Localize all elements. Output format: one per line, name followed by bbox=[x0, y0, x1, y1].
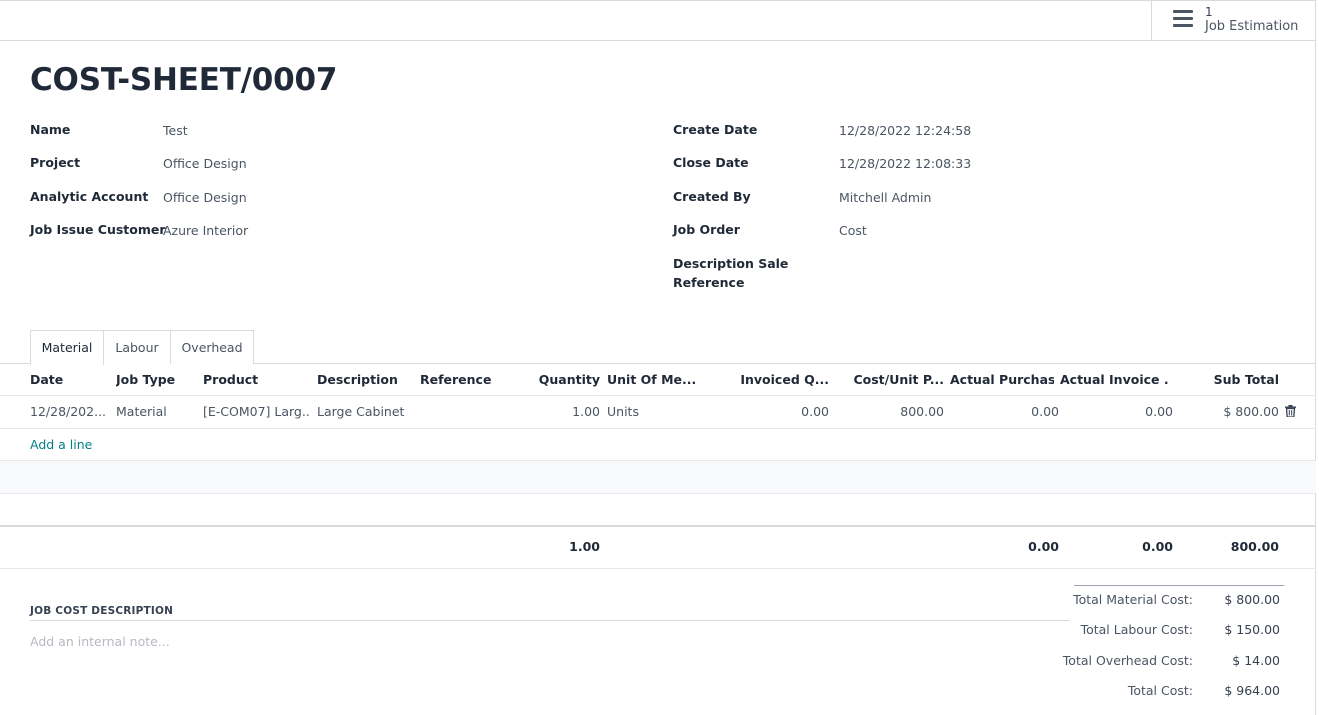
cell-quantity[interactable]: 1.00 bbox=[520, 404, 600, 419]
total-labour-cost-value: $ 150.00 bbox=[1224, 622, 1280, 637]
description-sale-reference-label-line2: Reference bbox=[673, 275, 745, 290]
cell-sub-total[interactable]: $ 800.00 bbox=[1180, 404, 1279, 419]
header-divider bbox=[0, 395, 1316, 396]
empty-row bbox=[0, 461, 1316, 493]
total-sub-total: 800.00 bbox=[1230, 539, 1279, 554]
total-overhead-cost-value: $ 14.00 bbox=[1232, 653, 1280, 668]
col-actual-purchase[interactable]: Actual Purchas... bbox=[950, 372, 1054, 387]
job-issue-customer-value[interactable]: Azure Interior bbox=[163, 223, 248, 238]
row-divider bbox=[0, 428, 1316, 429]
created-by-label: Created By bbox=[673, 189, 751, 204]
project-value[interactable]: Office Design bbox=[163, 156, 247, 171]
trash-icon[interactable] bbox=[1285, 405, 1296, 417]
create-date-value[interactable]: 12/28/2022 12:24:58 bbox=[839, 123, 971, 138]
job-estimation-smart-button[interactable]: 1 Job Estimation bbox=[1151, 1, 1316, 41]
job-estimation-label: Job Estimation bbox=[1205, 19, 1299, 34]
tab-material[interactable]: Material bbox=[30, 330, 104, 365]
project-label: Project bbox=[30, 155, 81, 170]
list-icon bbox=[1173, 10, 1193, 28]
col-actual-invoice[interactable]: Actual Invoice ... bbox=[1060, 372, 1168, 387]
cell-invoiced-qty[interactable]: 0.00 bbox=[715, 404, 829, 419]
col-invoiced-qty[interactable]: Invoiced Q... bbox=[715, 372, 829, 387]
job-cost-description-title: JOB COST DESCRIPTION bbox=[30, 605, 174, 617]
total-quantity: 1.00 bbox=[569, 539, 600, 554]
job-issue-customer-label: Job Issue Customer bbox=[30, 222, 166, 237]
analytic-account-value[interactable]: Office Design bbox=[163, 190, 247, 205]
total-cost-value: $ 964.00 bbox=[1224, 683, 1280, 698]
col-cost-unit-price[interactable]: Cost/Unit P... bbox=[835, 372, 944, 387]
col-job-type[interactable]: Job Type bbox=[116, 372, 198, 387]
col-reference[interactable]: Reference bbox=[420, 372, 510, 387]
total-actual-invoice: 0.00 bbox=[1142, 539, 1173, 554]
col-sub-total[interactable]: Sub Total bbox=[1180, 372, 1279, 387]
create-date-label: Create Date bbox=[673, 122, 758, 137]
cell-job-type[interactable]: Material bbox=[116, 404, 198, 419]
total-material-cost-label: Total Material Cost: bbox=[1073, 592, 1193, 607]
col-product[interactable]: Product bbox=[203, 372, 313, 387]
total-labour-cost-label: Total Labour Cost: bbox=[1080, 622, 1193, 637]
cell-actual-invoice[interactable]: 0.00 bbox=[1060, 404, 1173, 419]
total-material-cost-value: $ 800.00 bbox=[1224, 592, 1280, 607]
col-unit-of-measure[interactable]: Unit Of Me... bbox=[607, 372, 702, 387]
close-date-label: Close Date bbox=[673, 155, 749, 170]
row-divider bbox=[0, 493, 1316, 494]
button-box: 1 Job Estimation bbox=[0, 0, 1316, 41]
col-description[interactable]: Description bbox=[317, 372, 415, 387]
form-sheet: 1 Job Estimation COST-SHEET/0007 Name Te… bbox=[0, 0, 1316, 715]
internal-note-input[interactable]: Add an internal note... bbox=[30, 634, 170, 649]
add-a-line-link[interactable]: Add a line bbox=[30, 437, 92, 452]
cell-description[interactable]: Large Cabinet bbox=[317, 404, 415, 419]
cell-cost-unit-price[interactable]: 800.00 bbox=[835, 404, 944, 419]
total-cost-label: Total Cost: bbox=[1127, 683, 1193, 698]
job-estimation-count: 1 bbox=[1205, 5, 1213, 19]
total-overhead-cost-label: Total Overhead Cost: bbox=[1062, 653, 1193, 668]
col-quantity[interactable]: Quantity bbox=[520, 372, 600, 387]
section-divider bbox=[30, 620, 1070, 621]
close-date-value[interactable]: 12/28/2022 12:08:33 bbox=[839, 156, 971, 171]
cell-product[interactable]: [E-COM07] Larg... bbox=[203, 404, 311, 419]
created-by-value[interactable]: Mitchell Admin bbox=[839, 190, 931, 205]
job-order-value[interactable]: Cost bbox=[839, 223, 867, 238]
record-title: COST-SHEET/0007 bbox=[30, 62, 338, 98]
name-label: Name bbox=[30, 122, 71, 137]
col-date[interactable]: Date bbox=[30, 372, 110, 387]
footer-divider bbox=[0, 525, 1316, 527]
description-sale-reference-label-line1: Description Sale bbox=[673, 256, 789, 271]
cell-date[interactable]: 12/28/202... bbox=[30, 404, 108, 419]
summary-divider bbox=[1074, 585, 1284, 586]
totals-divider bbox=[0, 568, 1316, 569]
tab-labour[interactable]: Labour bbox=[104, 330, 171, 364]
total-actual-purchase: 0.00 bbox=[1028, 539, 1059, 554]
cell-actual-purchase[interactable]: 0.00 bbox=[950, 404, 1059, 419]
job-order-label: Job Order bbox=[673, 222, 740, 237]
analytic-account-label: Analytic Account bbox=[30, 189, 149, 204]
tab-overhead[interactable]: Overhead bbox=[171, 330, 254, 364]
cell-unit-of-measure[interactable]: Units bbox=[607, 404, 702, 419]
name-value[interactable]: Test bbox=[163, 123, 188, 138]
